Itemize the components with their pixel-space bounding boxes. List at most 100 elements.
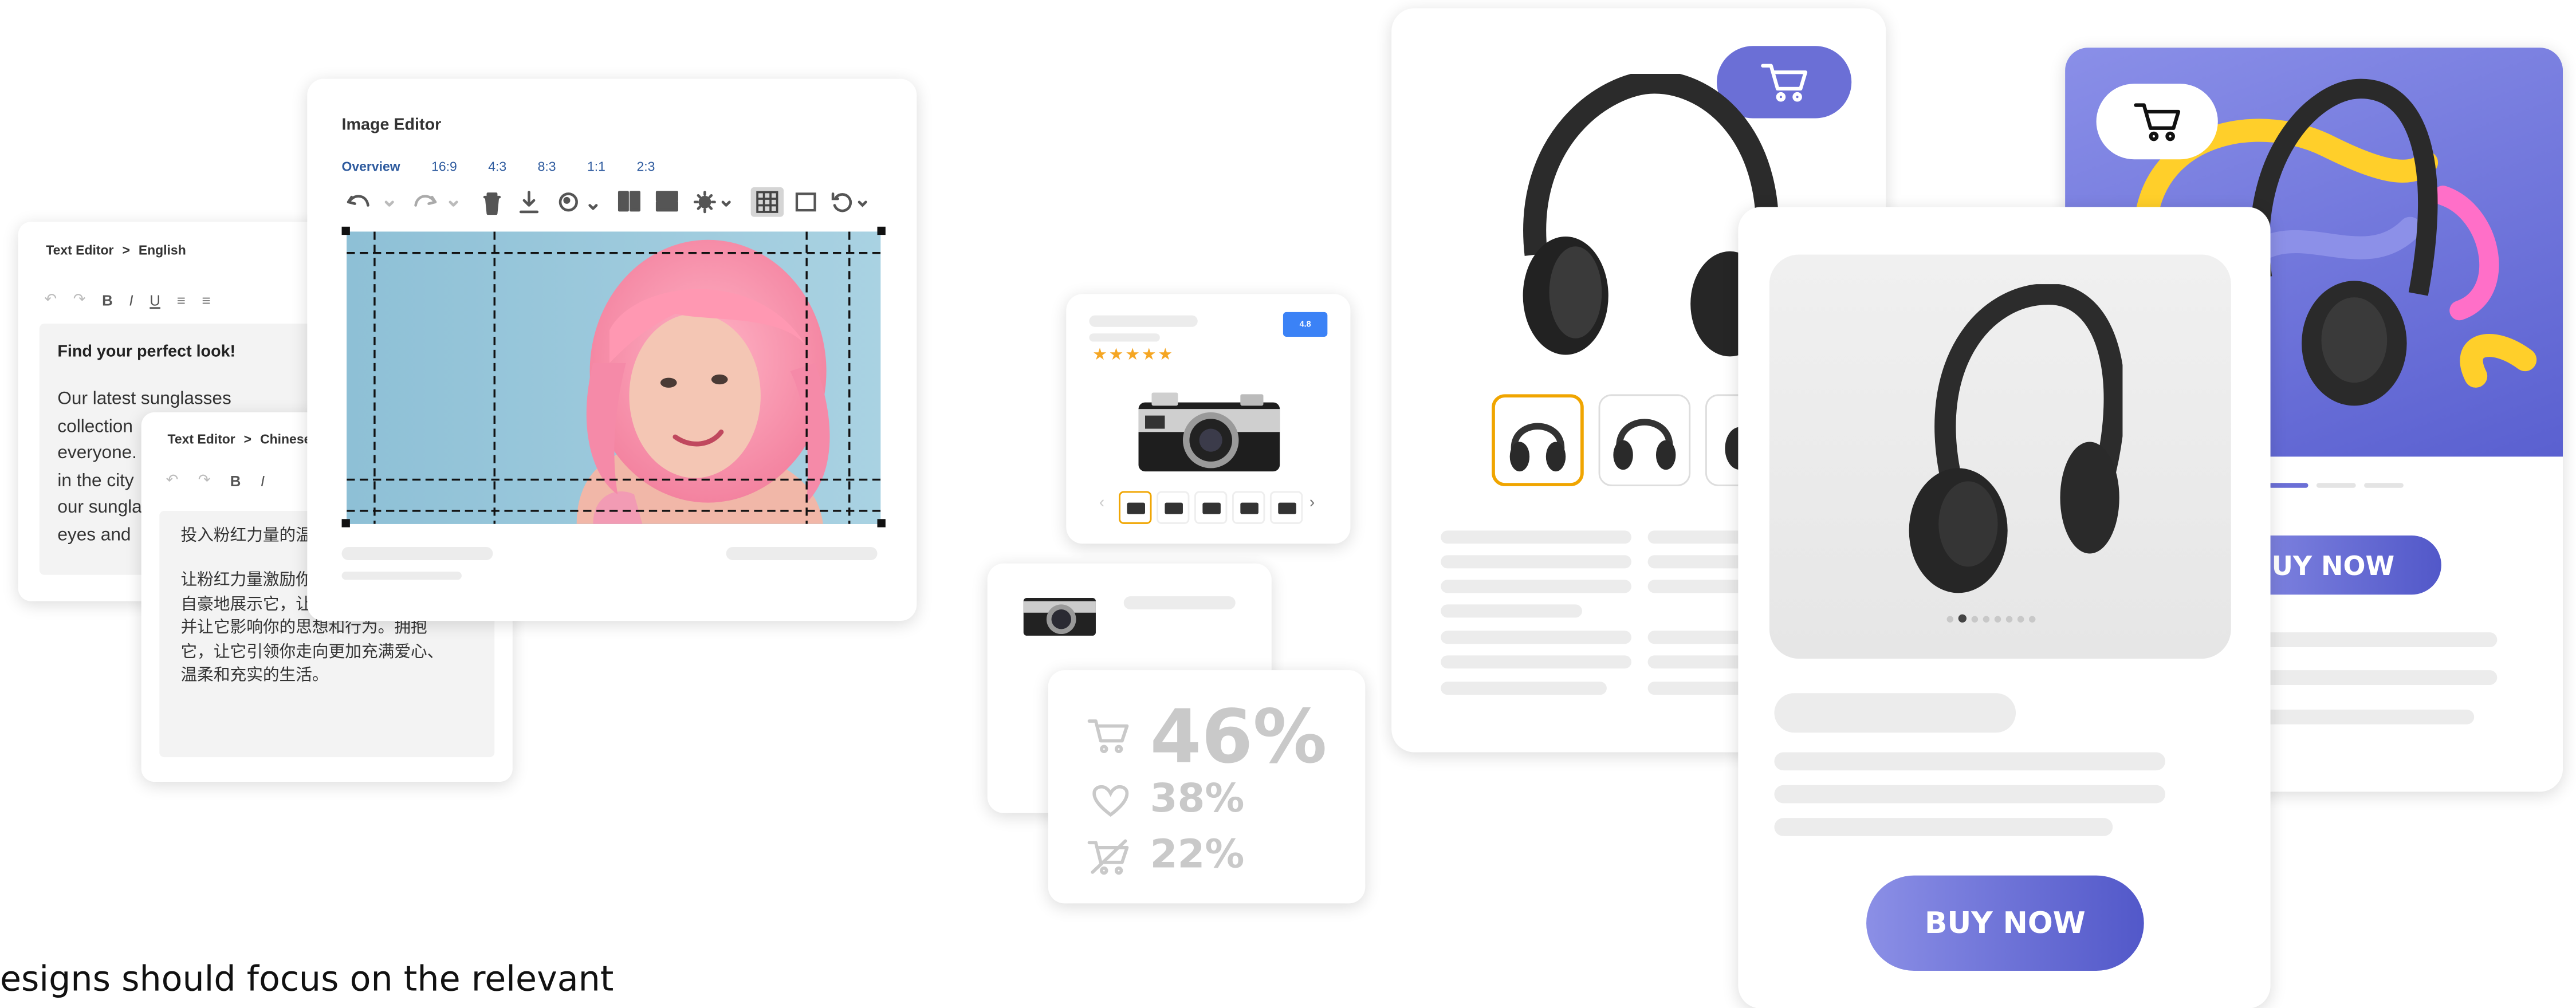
crop-grid[interactable] — [347, 231, 881, 524]
carousel-dot[interactable] — [1971, 615, 1977, 622]
download-icon[interactable] — [519, 191, 539, 214]
carousel-dot[interactable] — [1982, 615, 1989, 622]
filter-icon[interactable] — [559, 192, 598, 212]
carousel-dot-active[interactable] — [1957, 614, 1966, 623]
buy-now-button[interactable]: BUY NOW — [1866, 875, 2144, 971]
rating-badge: 4.8 — [1283, 312, 1328, 337]
underline-button[interactable]: U — [150, 292, 160, 308]
cart-button[interactable] — [2096, 84, 2218, 160]
grid-icon[interactable] — [750, 187, 784, 217]
thumbnail-selected[interactable] — [1492, 394, 1584, 486]
placeholder-bar — [1647, 682, 1747, 695]
stat-value-cart-off: 22% — [1150, 831, 1245, 877]
cart-off-icon — [1087, 839, 1129, 875]
crop-frame-icon[interactable] — [795, 192, 816, 212]
placeholder-bar — [341, 572, 462, 580]
breadcrumb-separator: > — [122, 243, 130, 258]
split-horizontal-icon[interactable] — [655, 191, 678, 212]
tab-4-3[interactable]: 4:3 — [488, 159, 506, 174]
rotate-icon[interactable] — [831, 192, 867, 212]
thumbnail[interactable] — [1157, 491, 1190, 524]
redo-icon[interactable]: ↷ — [198, 471, 211, 490]
placeholder-bar — [1647, 580, 1747, 593]
product-image-area — [1769, 254, 2231, 659]
cart-icon — [2134, 103, 2181, 141]
text-line: 它，让它引领你走向更加充满爱心、 — [180, 643, 444, 662]
tab-16-9[interactable]: 16:9 — [431, 159, 457, 174]
italic-button[interactable]: I — [129, 292, 133, 308]
split-vertical-icon[interactable] — [618, 191, 640, 212]
carousel-indicator — [2268, 483, 2404, 488]
image-editor: Image Editor Overview 16:9 4:3 8:3 1:1 2… — [307, 78, 917, 621]
crop-handle[interactable] — [877, 519, 886, 527]
crop-handle[interactable] — [341, 226, 350, 235]
thumbnail[interactable] — [1119, 491, 1152, 524]
undo-icon[interactable] — [347, 195, 394, 207]
carousel-dot[interactable] — [1946, 615, 1953, 622]
breadcrumb-language[interactable]: Chinese — [260, 432, 311, 447]
image-canvas[interactable] — [347, 231, 881, 524]
thumbnail[interactable] — [1194, 491, 1228, 524]
camera-thumbnail — [1023, 597, 1096, 636]
align-left-button[interactable]: ≡ — [177, 292, 186, 308]
tab-1-1[interactable]: 1:1 — [587, 159, 605, 174]
placeholder-bar — [1441, 631, 1631, 644]
carousel-dot[interactable] — [2005, 615, 2012, 622]
breadcrumb-separator: > — [243, 432, 252, 447]
undo-icon[interactable]: ↶ — [166, 471, 179, 490]
placeholder-bar — [726, 547, 878, 560]
small-product-card: ★★★★★ 4.8 ‹ › — [1066, 294, 1351, 544]
carousel-dot[interactable] — [2016, 615, 2023, 622]
bold-button[interactable]: B — [230, 472, 241, 489]
placeholder-bar — [1089, 315, 1198, 327]
placeholder-bar — [1441, 530, 1631, 544]
tab-2-3[interactable]: 2:3 — [636, 159, 655, 174]
image-toolbar — [347, 187, 867, 217]
trash-icon[interactable] — [483, 192, 501, 215]
undo-icon[interactable]: ↶ — [44, 291, 57, 309]
caption-text: esigns should focus on the relevant — [0, 959, 614, 999]
tab-overview[interactable]: Overview — [342, 159, 400, 174]
placeholder-bar — [1647, 655, 1747, 669]
image-editor-title: Image Editor — [341, 116, 442, 135]
placeholder-bar — [341, 547, 493, 560]
placeholder-bar — [1774, 785, 2166, 804]
headphones-image — [1909, 284, 2123, 593]
italic-button[interactable]: I — [261, 472, 265, 489]
placeholder-bar — [1089, 333, 1160, 342]
placeholder-bar — [1647, 631, 1747, 644]
carousel-dot[interactable] — [2028, 615, 2035, 622]
breadcrumb: Text Editor > English — [46, 243, 186, 258]
bold-button[interactable]: B — [102, 292, 113, 308]
thumbnail[interactable] — [1598, 394, 1691, 486]
rating-stars: ★★★★★ — [1092, 346, 1175, 365]
carousel-dots[interactable] — [1944, 614, 2037, 623]
placeholder-bar — [1774, 818, 2113, 836]
stats-card: 46% 38% 22% — [1048, 670, 1366, 904]
thumbnail[interactable] — [1232, 491, 1265, 524]
text-heading: 投入粉红力量的温 — [180, 527, 312, 546]
prev-icon[interactable]: ‹ — [1099, 494, 1105, 513]
carousel-dot[interactable] — [1993, 615, 2000, 622]
breadcrumb-root[interactable]: Text Editor — [46, 243, 113, 258]
next-icon[interactable]: › — [1309, 494, 1315, 513]
heart-icon — [1092, 785, 1129, 817]
align-center-button[interactable]: ≡ — [202, 292, 210, 308]
breadcrumb-language[interactable]: English — [139, 243, 186, 258]
brightness-icon[interactable] — [693, 191, 731, 214]
placeholder-bar — [1774, 752, 2166, 771]
tab-8-3[interactable]: 8:3 — [538, 159, 556, 174]
placeholder-bar — [1441, 580, 1631, 593]
aspect-tabs: Overview 16:9 4:3 8:3 1:1 2:3 — [342, 159, 655, 174]
thumbnail[interactable] — [1269, 491, 1303, 524]
placeholder-bar — [1647, 555, 1747, 569]
redo-icon[interactable]: ↷ — [73, 291, 86, 309]
crop-handle[interactable] — [341, 519, 350, 527]
placeholder-bar — [1441, 682, 1607, 695]
crop-handle[interactable] — [877, 226, 886, 235]
text-toolbar: ↶ ↷ B I U ≡ ≡ — [44, 291, 210, 309]
redo-icon[interactable] — [414, 195, 458, 207]
breadcrumb-root[interactable]: Text Editor — [168, 432, 235, 447]
text-toolbar: ↶ ↷ B I — [166, 471, 265, 490]
stat-value-heart: 38% — [1150, 775, 1245, 821]
